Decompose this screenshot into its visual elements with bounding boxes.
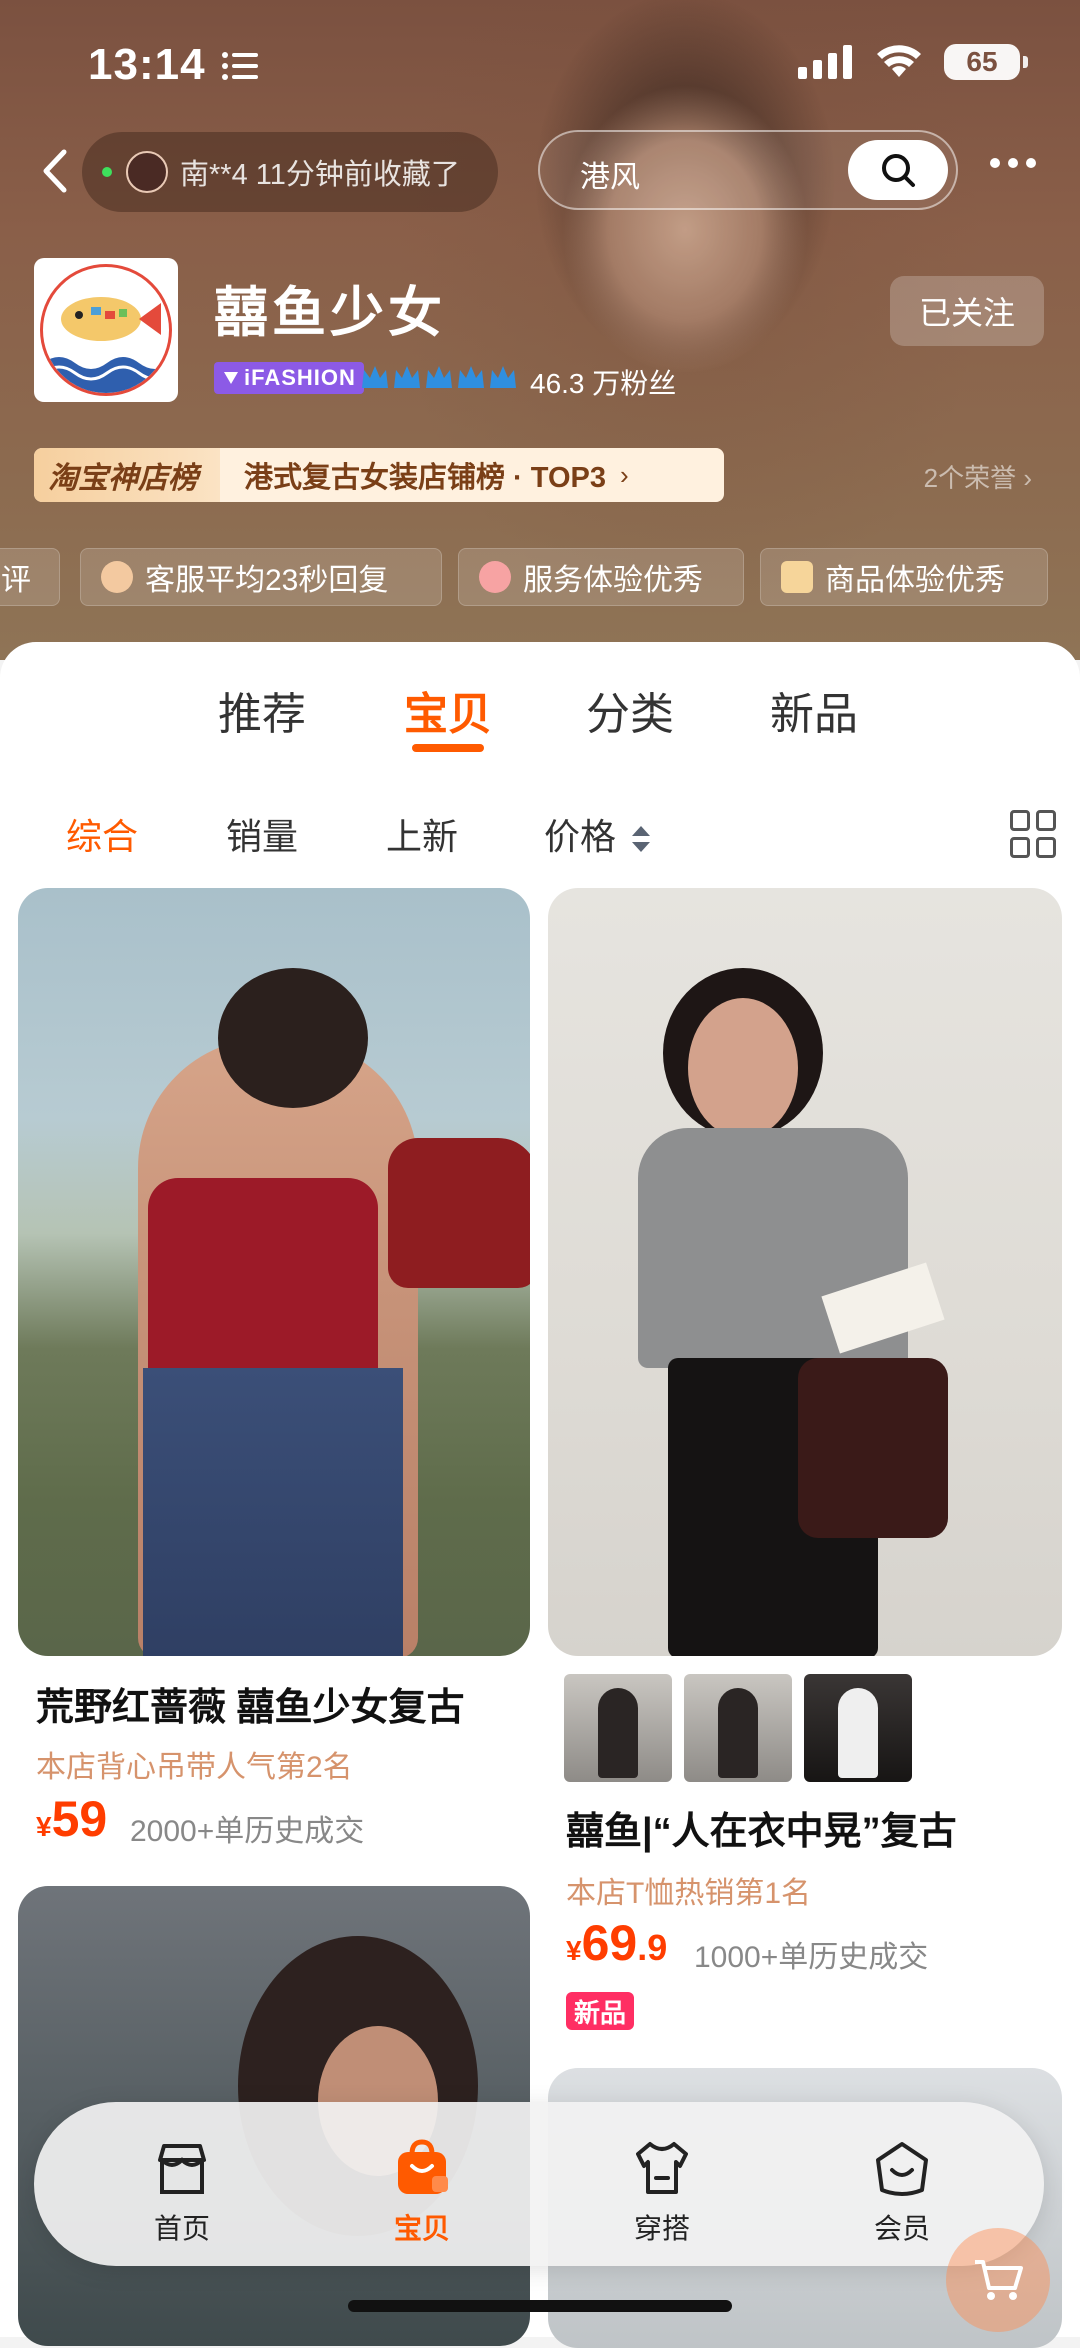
product-sold-2: 1000+单历史成交	[694, 1941, 929, 1974]
rank-text: 港式复古女装店铺榜 · TOP3	[244, 462, 606, 494]
tab-items[interactable]: 宝贝	[404, 678, 492, 742]
color-variant-thumbnails	[564, 1674, 912, 1782]
follow-button[interactable]: 已关注	[890, 276, 1044, 346]
service-icon	[479, 561, 511, 593]
more-options-icon[interactable]	[990, 158, 1036, 168]
nav-home-label: 首页	[153, 2213, 210, 2244]
nav-outfits[interactable]: 穿搭	[602, 2138, 722, 2247]
fans-count: 46.3 万粉丝	[530, 368, 677, 399]
customer-service-icon	[101, 561, 133, 593]
service-item-experience[interactable]: 服务体验优秀	[458, 548, 744, 606]
back-arrow-icon[interactable]	[36, 146, 76, 196]
wifi-icon	[877, 45, 921, 77]
sort-comprehensive[interactable]: 综合	[66, 808, 138, 860]
nav-member-label: 会员	[873, 2213, 930, 2244]
visitor-avatar	[126, 151, 168, 193]
search-icon	[882, 154, 915, 187]
service-item-response[interactable]: 客服平均23秒回复	[80, 548, 442, 606]
crown-icon	[362, 366, 516, 388]
shop-tabs: 推荐 宝贝 分类 新品	[0, 678, 1080, 758]
shop-search-bar[interactable]: 港风	[538, 130, 958, 210]
product-tag-1: 本店背心吊带人气第2名	[36, 1751, 353, 1784]
service-item-product[interactable]: 商品体验优秀	[760, 548, 1048, 606]
home-indicator	[348, 2300, 732, 2312]
battery-indicator: 65	[944, 44, 1028, 80]
sort-newest[interactable]: 上新	[386, 808, 458, 860]
chevron-right-icon: ›	[620, 459, 629, 490]
floating-cart-button[interactable]	[946, 2228, 1050, 2332]
online-dot-icon	[102, 167, 112, 177]
status-menu-icon	[222, 52, 258, 80]
product-title-2[interactable]: 囍鱼|“人在衣中晃”复古	[566, 1800, 1056, 1855]
store-icon	[158, 2144, 206, 2194]
sort-bar: 综合 销量 上新 价格	[0, 808, 1080, 868]
nav-outfits-label: 穿搭	[633, 2213, 690, 2244]
service-highlights: 评 客服平均23秒回复 服务体验优秀 商品体验优秀	[0, 548, 1080, 608]
product-sold-1: 2000+单历史成交	[130, 1815, 365, 1848]
ifashion-badge: iFASHION	[214, 362, 364, 394]
nav-items-label: 宝贝	[393, 2213, 450, 2244]
variant-thumb-2[interactable]	[684, 1674, 792, 1782]
honors-link[interactable]: 2个荣誉 ›	[924, 458, 1032, 495]
shop-name: 囍鱼少女	[214, 283, 446, 343]
heart-badge-icon	[224, 372, 238, 384]
nav-home[interactable]: 首页	[122, 2138, 242, 2247]
bottom-nav-bar: 首页 宝贝 穿搭 会员	[34, 2102, 1044, 2266]
ifashion-label: iFASHION	[244, 365, 356, 390]
variant-thumb-3[interactable]	[804, 1674, 912, 1782]
search-query[interactable]: 港风	[580, 152, 640, 196]
tab-category[interactable]: 分类	[586, 678, 674, 742]
product-title-1[interactable]: 荒野红蔷薇 囍鱼少女复古	[36, 1676, 526, 1731]
shop-level-crowns	[360, 362, 520, 394]
variant-thumb-1[interactable]	[564, 1674, 672, 1782]
nav-items[interactable]: 宝贝	[362, 2138, 482, 2247]
product-price-2: ¥69.9	[566, 1915, 668, 1971]
search-button[interactable]	[848, 140, 948, 200]
status-indicators: 65	[798, 44, 1028, 80]
product-bag-icon	[781, 561, 813, 593]
status-time: 13:14	[88, 40, 206, 89]
product-price-1: ¥59	[36, 1791, 108, 1847]
shop-logo[interactable]	[34, 258, 178, 402]
fish-logo-icon	[40, 264, 172, 396]
active-tab-indicator	[412, 744, 484, 752]
tshirt-icon	[636, 2142, 688, 2194]
grid-layout-icon[interactable]	[1010, 810, 1058, 858]
product-tag-2: 本店T恤热销第1名	[566, 1877, 812, 1910]
recent-activity-notice: 南**4 11分钟前收藏了	[82, 132, 498, 212]
shopping-bag-icon	[398, 2139, 448, 2194]
sort-sales[interactable]: 销量	[226, 808, 298, 860]
member-bag-icon	[876, 2142, 928, 2196]
tab-new[interactable]: 新品	[770, 678, 858, 742]
rank-label: 淘宝神店榜	[34, 448, 220, 502]
nav-member[interactable]: 会员	[842, 2138, 962, 2247]
sort-price[interactable]: 价格	[544, 808, 652, 860]
signal-icon	[798, 45, 852, 79]
cart-icon	[975, 2260, 1023, 2300]
product-image-1[interactable]	[18, 888, 530, 1656]
notice-text: 南**4 11分钟前收藏了	[180, 159, 460, 191]
new-badge: 新品	[566, 1992, 635, 2030]
sort-arrows-icon	[632, 826, 651, 853]
tab-recommend[interactable]: 推荐	[218, 678, 306, 742]
product-image-2[interactable]	[548, 888, 1062, 1656]
shop-rank-banner[interactable]: 淘宝神店榜 港式复古女装店铺榜 · TOP3 ›	[34, 448, 724, 502]
service-item-partial[interactable]: 评	[0, 548, 60, 606]
